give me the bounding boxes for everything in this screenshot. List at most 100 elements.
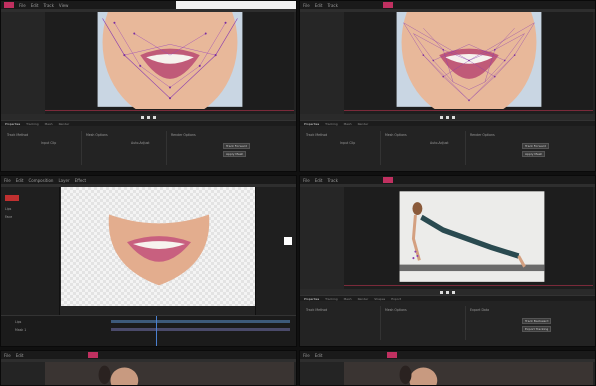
menu-bar: File Edit Track [300, 1, 595, 9]
layer-row[interactable]: Mask 1 [15, 328, 26, 332]
viewer[interactable] [344, 362, 593, 385]
menu-effect[interactable]: Effect [75, 178, 87, 183]
viewer-canvas [399, 191, 545, 282]
tab-render[interactable]: Render [358, 122, 369, 126]
menu-composition[interactable]: Composition [28, 178, 53, 183]
menu-edit[interactable]: Edit [315, 353, 323, 358]
label-track-method: Track Method [306, 308, 328, 312]
after-effects-window: File Edit Composition Layer Effect Lips … [0, 175, 297, 347]
track-forward-button[interactable]: Track Forward [223, 143, 250, 149]
menu-bar: File Edit [1, 351, 296, 359]
label-auto-adjust: Auto-Adjust [430, 141, 449, 145]
mocha-window-1: File Edit Track View Properties Tracking… [0, 0, 297, 172]
prev-icon[interactable] [440, 116, 443, 119]
composition-viewer[interactable] [61, 187, 257, 306]
divider [465, 306, 466, 340]
tab-properties[interactable]: Properties [304, 122, 319, 126]
apply-mesh-button[interactable]: Apply Mesh [223, 151, 247, 157]
next-icon[interactable] [452, 291, 455, 294]
label-mesh-options: Mesh Options [385, 133, 407, 137]
viewer[interactable] [344, 1, 593, 120]
mocha-window-2: File Edit Track Properties Tracking Mesh… [299, 0, 596, 172]
parameters-panel: Properties Tracking Mesh Render Shapes E… [300, 295, 595, 346]
playhead[interactable] [156, 316, 157, 346]
parameters-panel: Properties Tracking Mesh Render Track Me… [1, 120, 296, 171]
label-export-data: Export Data [470, 308, 490, 312]
menu-bar: File Edit [300, 351, 595, 359]
viewer-canvas [344, 362, 593, 385]
label-auto-adjust: Auto-Adjust [131, 141, 150, 145]
layer-panel[interactable] [300, 187, 345, 289]
tab-render[interactable]: Render [59, 122, 70, 126]
layer-row[interactable]: Lips [15, 320, 21, 324]
play-icon[interactable] [446, 291, 449, 294]
menu-view[interactable]: View [59, 3, 69, 8]
play-icon[interactable] [446, 116, 449, 119]
menu-track[interactable]: Track [327, 178, 337, 183]
apply-mesh-button[interactable]: Apply Mesh [522, 151, 546, 157]
viewer[interactable] [344, 187, 593, 284]
menu-track[interactable]: Track [327, 3, 337, 8]
tab-tracking[interactable]: Tracking [26, 122, 39, 126]
tab-tracking[interactable]: Tracking [325, 122, 338, 126]
timeline-panel[interactable]: Lips Mask 1 [1, 315, 296, 346]
menu-file[interactable]: File [303, 353, 310, 358]
app-logo [88, 352, 99, 358]
tab-export[interactable]: Export [391, 297, 401, 301]
menu-file[interactable]: File [303, 178, 310, 183]
track-backward-button[interactable]: Track Backward [522, 318, 552, 324]
menu-edit[interactable]: Edit [315, 178, 323, 183]
play-icon[interactable] [147, 116, 150, 119]
tab-mesh[interactable]: Mesh [344, 122, 352, 126]
tab-mesh[interactable]: Mesh [45, 122, 53, 126]
project-item[interactable]: Face [5, 215, 12, 219]
screen-grid: File Edit Track View Properties Tracking… [0, 0, 596, 386]
tab-shapes[interactable]: Shapes [374, 297, 385, 301]
effects-panel[interactable] [255, 187, 296, 316]
tab-mesh[interactable]: Mesh [344, 297, 352, 301]
layer-bar[interactable] [111, 320, 290, 323]
mocha-window-4: File Edit [0, 350, 297, 386]
menu-edit[interactable]: Edit [16, 353, 24, 358]
record-icon [5, 195, 19, 201]
menu-file[interactable]: File [19, 3, 26, 8]
menu-layer[interactable]: Layer [58, 178, 69, 183]
app-logo [382, 2, 393, 8]
menu-bar: File Edit Composition Layer Effect [1, 176, 296, 184]
color-swatch[interactable] [284, 237, 292, 245]
divider [81, 131, 82, 165]
menu-edit[interactable]: Edit [16, 178, 24, 183]
layer-panel[interactable] [1, 12, 46, 114]
layer-panel[interactable] [300, 12, 345, 114]
viewer-canvas [396, 1, 542, 120]
lips-matte [108, 214, 210, 286]
menu-edit[interactable]: Edit [31, 3, 39, 8]
track-forward-button[interactable]: Track Forward [522, 143, 549, 149]
label-mesh-options: Mesh Options [86, 133, 108, 137]
prev-icon[interactable] [440, 291, 443, 294]
viewer[interactable] [45, 1, 294, 120]
param-tabs: Properties Tracking Mesh Render [1, 121, 296, 126]
label-track-method: Track Method [7, 133, 29, 137]
param-tabs: Properties Tracking Mesh Render Shapes E… [300, 296, 595, 301]
tab-tracking[interactable]: Tracking [325, 297, 338, 301]
project-item[interactable]: Lips [5, 207, 11, 211]
layer-bar[interactable] [111, 328, 290, 331]
menu-file[interactable]: File [4, 178, 11, 183]
next-icon[interactable] [153, 116, 156, 119]
menu-track[interactable]: Track [43, 3, 53, 8]
label-input-clip: Input Clip [41, 141, 57, 145]
tab-render[interactable]: Render [358, 297, 369, 301]
menu-file[interactable]: File [4, 353, 11, 358]
tab-properties[interactable]: Properties [5, 122, 20, 126]
label-mesh-options: Mesh Options [385, 308, 407, 312]
tab-properties[interactable]: Properties [304, 297, 319, 301]
menu-edit[interactable]: Edit [315, 3, 323, 8]
label-input-clip: Input Clip [340, 141, 356, 145]
project-panel[interactable]: Lips Face [1, 187, 60, 316]
prev-icon[interactable] [141, 116, 144, 119]
export-tracking-button[interactable]: Export Tracking [522, 326, 552, 332]
next-icon[interactable] [452, 116, 455, 119]
menu-file[interactable]: File [303, 3, 310, 8]
viewer[interactable] [45, 362, 294, 385]
